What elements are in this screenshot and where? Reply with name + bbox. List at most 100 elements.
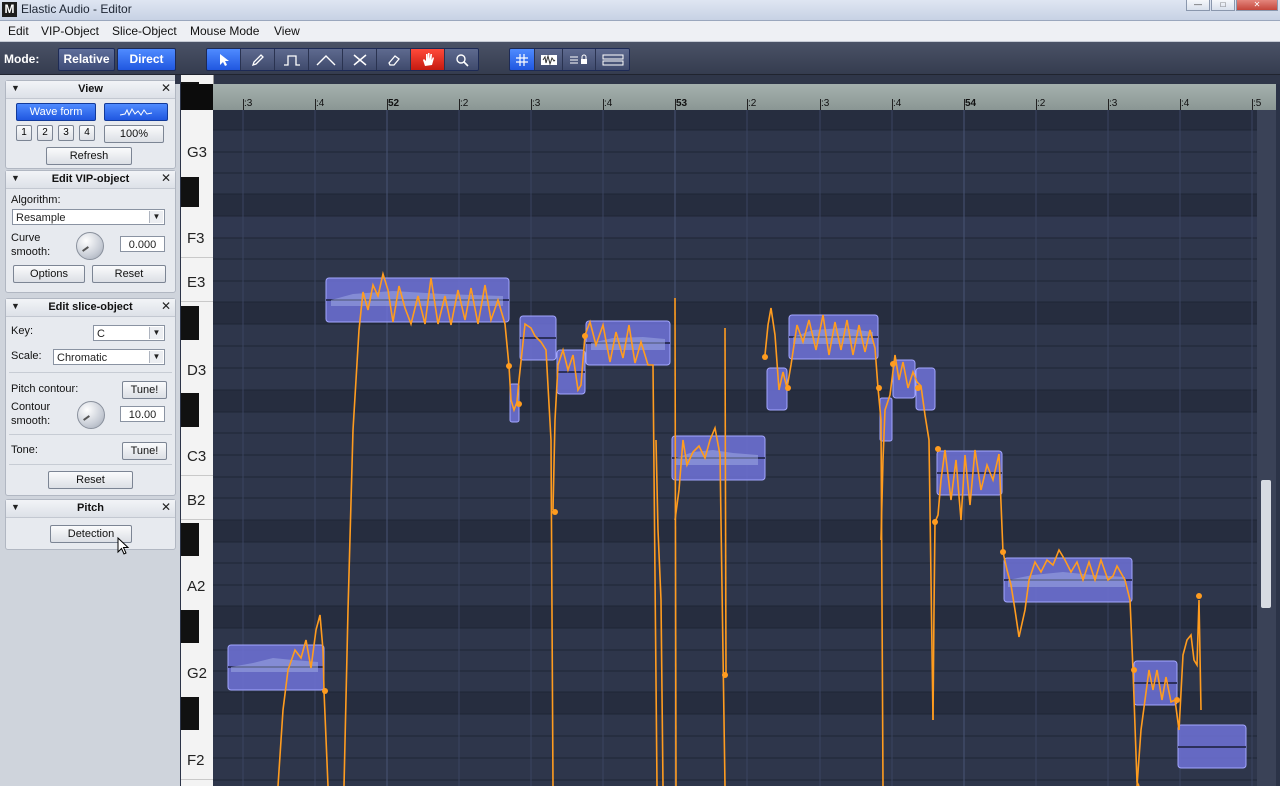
- pitch-anchor[interactable]: [552, 509, 558, 515]
- pitch-anchor[interactable]: [890, 361, 896, 367]
- pitch-anchor[interactable]: [722, 672, 728, 678]
- note-block[interactable]: [1177, 724, 1247, 769]
- pitch-anchor[interactable]: [932, 519, 938, 525]
- pitch-anchor[interactable]: [582, 333, 588, 339]
- piano-keyboard[interactable]: G3 F3 E3 D3 C3 B2 A2 G2 F2: [181, 75, 214, 786]
- menu-view[interactable]: View: [274, 24, 300, 38]
- menu-vip-object[interactable]: VIP-Object: [41, 24, 99, 38]
- ruler-mark: 53: [676, 98, 688, 109]
- piano-black-key[interactable]: [181, 697, 199, 730]
- curve-smooth-knob[interactable]: [76, 232, 104, 260]
- pitch-anchor[interactable]: [1196, 593, 1202, 599]
- vertical-scrollbar[interactable]: [1257, 110, 1276, 786]
- contour-smooth-label: smooth:: [11, 415, 51, 427]
- note-label-g3: G3: [187, 144, 208, 161]
- pitch-anchor[interactable]: [785, 385, 791, 391]
- note-label-e3: E3: [187, 274, 206, 291]
- pitch-curve-view-button[interactable]: [104, 103, 168, 121]
- close-icon[interactable]: ✕: [161, 171, 171, 185]
- timeline-ruler[interactable]: :3 :4 52 :2 :3 :4 53 :2 :3 :4 54 :2 :3 :…: [213, 84, 1276, 110]
- scrollbar-thumb[interactable]: [1261, 480, 1271, 608]
- key-select[interactable]: C ▼: [93, 325, 165, 341]
- minimize-button[interactable]: —: [1186, 0, 1210, 11]
- contour-label: Contour: [11, 401, 51, 413]
- contour-smooth-value[interactable]: 10.00: [120, 406, 165, 422]
- zoom-4-button[interactable]: 4: [79, 125, 95, 141]
- piano-black-key[interactable]: [181, 523, 199, 556]
- peak-curve-icon[interactable]: [309, 49, 343, 70]
- ruler-mark: 52: [388, 98, 400, 109]
- pitch-anchor[interactable]: [876, 385, 882, 391]
- vip-reset-button[interactable]: Reset: [92, 265, 166, 283]
- pitch-editor-canvas[interactable]: [213, 110, 1257, 786]
- close-icon[interactable]: ✕: [161, 500, 171, 514]
- curve-smooth-value[interactable]: 0.000: [120, 236, 165, 252]
- contour-smooth-knob[interactable]: [77, 401, 105, 429]
- pitch-anchor[interactable]: [1174, 697, 1180, 703]
- maximize-button[interactable]: □: [1211, 0, 1235, 11]
- pitch-anchor[interactable]: [322, 688, 328, 694]
- waveform-button[interactable]: Wave form: [16, 103, 96, 121]
- pitch-anchor[interactable]: [506, 363, 512, 369]
- pitch-editor-svg[interactable]: [213, 110, 1257, 786]
- pitch-anchor[interactable]: [915, 385, 921, 391]
- close-icon[interactable]: ✕: [161, 81, 171, 95]
- pitch-anchor[interactable]: [1131, 667, 1137, 673]
- piano-black-key[interactable]: [181, 306, 199, 340]
- pencil-icon[interactable]: [241, 49, 275, 70]
- grid-icon[interactable]: [510, 49, 535, 70]
- menu-mouse-mode[interactable]: Mouse Mode: [190, 24, 259, 38]
- options-button[interactable]: Options: [13, 265, 85, 283]
- zoom-2-button[interactable]: 2: [37, 125, 53, 141]
- menu-slice-object[interactable]: Slice-Object: [112, 24, 177, 38]
- mode-direct-button[interactable]: Direct: [117, 48, 176, 71]
- zoom-3-button[interactable]: 3: [58, 125, 74, 141]
- slice-reset-button[interactable]: Reset: [48, 471, 133, 489]
- pitch-panel: ▼ Pitch ✕ Detection: [5, 499, 176, 550]
- arrow-pointer-icon[interactable]: [207, 49, 241, 70]
- waveform-view-icon[interactable]: [535, 49, 563, 70]
- pitch-anchor[interactable]: [762, 354, 768, 360]
- mode-relative-button[interactable]: Relative: [58, 48, 115, 71]
- pitch-anchor[interactable]: [516, 401, 522, 407]
- scale-select[interactable]: Chromatic ▼: [53, 349, 165, 365]
- sidebar: ▼ View ✕ Wave form 1 2 3 4 100% Refresh …: [0, 75, 180, 786]
- zoom-1-button[interactable]: 1: [16, 125, 32, 141]
- edit-slice-panel: ▼ Edit slice-object ✕ Key: C ▼ Scale: Ch…: [5, 298, 176, 496]
- lanes-icon[interactable]: [596, 49, 629, 70]
- note-block[interactable]: [227, 644, 325, 691]
- pitch-contour-tune-button[interactable]: Tune!: [122, 381, 167, 399]
- chevron-down-icon: ▼: [149, 211, 163, 223]
- ruler-mark: 54: [965, 98, 977, 109]
- note-label-g2: G2: [187, 665, 208, 682]
- step-curve-icon[interactable]: [275, 49, 309, 70]
- magnifier-icon[interactable]: [445, 49, 478, 70]
- tone-tune-button[interactable]: Tune!: [122, 442, 167, 460]
- piano-black-key[interactable]: [181, 177, 199, 207]
- piano-black-key[interactable]: [181, 393, 199, 427]
- ruler-mark: :4: [604, 98, 613, 109]
- ruler-mark: :2: [1037, 98, 1046, 109]
- eraser-icon[interactable]: [377, 49, 411, 70]
- menu-edit[interactable]: Edit: [8, 24, 29, 38]
- curve-label: Curve: [11, 232, 41, 244]
- scissors-icon[interactable]: [343, 49, 377, 70]
- algorithm-select[interactable]: Resample ▼: [12, 209, 165, 225]
- lock-lines-icon[interactable]: [563, 49, 596, 70]
- piano-black-key[interactable]: [181, 610, 199, 643]
- hand-icon[interactable]: [411, 49, 445, 70]
- note-block[interactable]: [788, 314, 879, 360]
- zoom-percent-button[interactable]: 100%: [104, 125, 164, 143]
- mouse-cursor-icon: [117, 537, 130, 555]
- ruler-mark: :3: [1109, 98, 1118, 109]
- pitch-panel-title: Pitch: [77, 502, 104, 514]
- ruler-mark: :3: [244, 98, 253, 109]
- note-block[interactable]: [936, 450, 1003, 496]
- ruler-mark: :3: [532, 98, 541, 109]
- close-icon[interactable]: ✕: [161, 299, 171, 313]
- refresh-button[interactable]: Refresh: [46, 147, 132, 165]
- close-button[interactable]: ✕: [1236, 0, 1278, 11]
- window-title: Elastic Audio - Editor: [21, 2, 132, 16]
- pitch-anchor[interactable]: [1000, 549, 1006, 555]
- pitch-anchor[interactable]: [935, 446, 941, 452]
